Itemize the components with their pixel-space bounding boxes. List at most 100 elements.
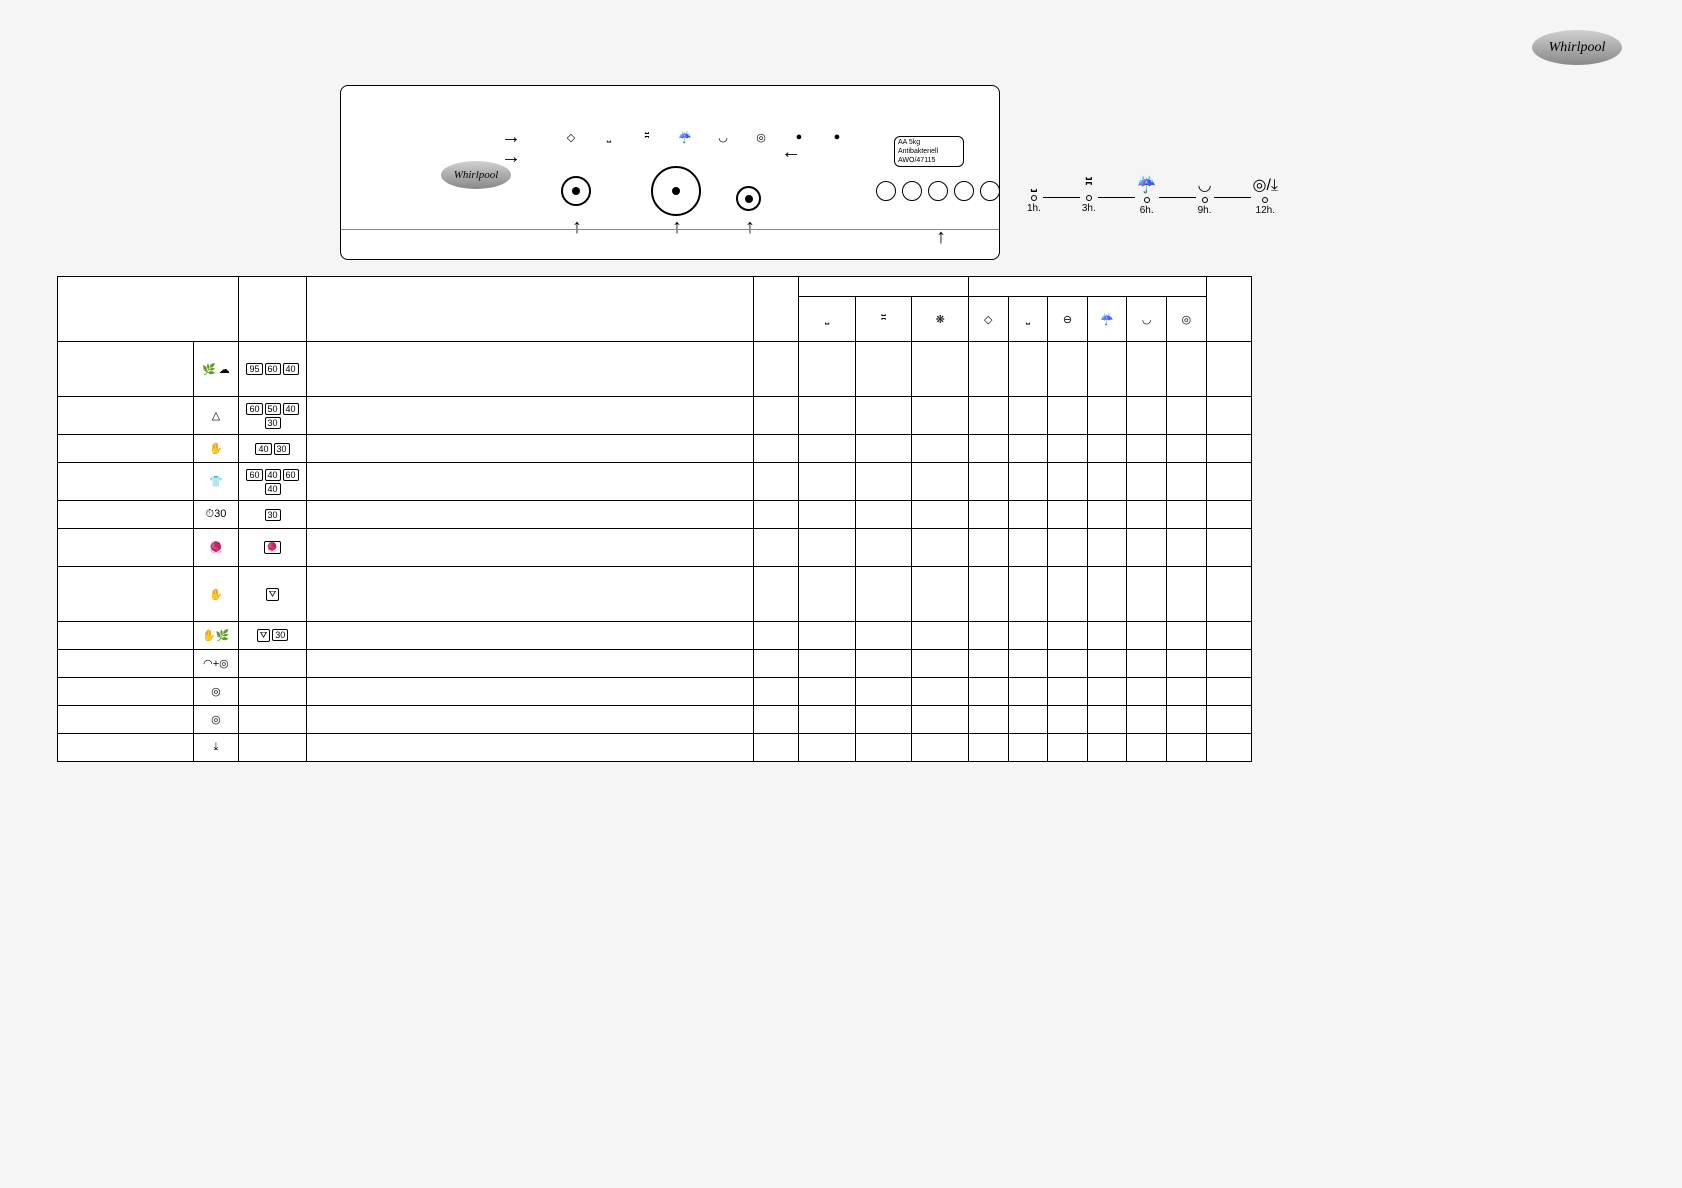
option-cell xyxy=(1048,342,1088,397)
table-row: ✋⛛ xyxy=(58,567,1252,622)
option-cell xyxy=(1167,678,1207,706)
header-options-group xyxy=(968,277,1206,297)
final-cell xyxy=(1206,529,1251,567)
program-name-cell xyxy=(58,435,194,463)
option-cell xyxy=(1087,650,1127,678)
final-cell xyxy=(1206,463,1251,501)
delay-symbol-icon: ◎/⤓ xyxy=(1253,175,1278,195)
load-cell xyxy=(753,622,798,650)
description-cell xyxy=(306,463,753,501)
option-cell xyxy=(1048,622,1088,650)
table-row: ◎ xyxy=(58,678,1252,706)
detergent-cell xyxy=(912,734,969,762)
option-cell xyxy=(1048,650,1088,678)
table-row: ✋4030 xyxy=(58,435,1252,463)
program-icon-cell: 🧶 xyxy=(193,529,238,567)
brand-logo-top: Whirlpool xyxy=(1532,30,1622,65)
option-cell xyxy=(1008,342,1048,397)
option-cell xyxy=(1008,501,1048,529)
delay-step: ☔6h. xyxy=(1135,175,1159,216)
option-cell xyxy=(1087,435,1127,463)
delay-symbol-icon: ☔ xyxy=(1137,175,1157,195)
table-row: ⏱3030 xyxy=(58,501,1252,529)
final-cell xyxy=(1206,501,1251,529)
option-cell xyxy=(968,650,1008,678)
header-description xyxy=(306,277,753,342)
option-cell xyxy=(1008,463,1048,501)
detergent-cell xyxy=(855,435,912,463)
program-name-cell xyxy=(58,463,194,501)
option-cell xyxy=(1167,397,1207,435)
option-cell xyxy=(968,567,1008,622)
option-cell xyxy=(1008,529,1048,567)
final-cell xyxy=(1206,650,1251,678)
option-cell xyxy=(1127,622,1167,650)
detergent-cell xyxy=(799,706,856,734)
option-cell xyxy=(1167,435,1207,463)
detergent-cell xyxy=(799,463,856,501)
option-cell xyxy=(1048,706,1088,734)
option-cell xyxy=(968,529,1008,567)
program-dial[interactable] xyxy=(651,166,701,216)
care-label-icon: ⛛ xyxy=(257,629,271,642)
delay-start-diagram: ⎵1h.⎶3h.☔6h.◡9h.◎/⤓12h. xyxy=(1025,175,1280,220)
description-cell xyxy=(306,678,753,706)
program-icon-cell: 🌿 ☁ xyxy=(193,342,238,397)
load-cell xyxy=(753,567,798,622)
table-row: ⤓ xyxy=(58,734,1252,762)
small-dial-left[interactable] xyxy=(561,176,591,206)
care-labels-cell: 60504030 xyxy=(239,397,307,435)
header-option-icon: ⊖ xyxy=(1048,297,1088,342)
option-cell xyxy=(1127,501,1167,529)
option-cell xyxy=(1127,435,1167,463)
program-icon-cell: ✋🌿 xyxy=(193,622,238,650)
program-icon-cell: ◎ xyxy=(193,706,238,734)
detergent-cell xyxy=(912,706,969,734)
program-name-cell xyxy=(58,529,194,567)
detergent-cell xyxy=(912,678,969,706)
option-cell xyxy=(1008,622,1048,650)
header-final xyxy=(1206,277,1251,342)
program-table: ⎵ ⎶ ❋ ◇ ⎵ ⊖ ☔ ◡ ◎ 🌿 ☁956040△60504030✋403… xyxy=(57,276,1252,762)
header-prewash-icon: ⎵ xyxy=(799,297,856,342)
detergent-cell xyxy=(799,529,856,567)
option-cell xyxy=(1127,734,1167,762)
option-button[interactable] xyxy=(876,181,896,201)
washing-machine-control-panel: Whirlpool ◇ ⎵ ⎶ ☔ ◡ ◎ ● ● → → ← ↑ ↑ ↑ ↑ … xyxy=(340,85,1000,260)
care-label-icon: 60 xyxy=(265,363,281,375)
panel-icon: ⎶ xyxy=(637,131,657,144)
care-labels-cell: 30 xyxy=(239,501,307,529)
detergent-cell xyxy=(799,734,856,762)
header-option-icon: ◎ xyxy=(1167,297,1207,342)
option-cell xyxy=(1048,463,1088,501)
option-cell xyxy=(968,463,1008,501)
header-mainwash-icon: ⎶ xyxy=(855,297,912,342)
program-icon-cell: △ xyxy=(193,397,238,435)
care-label-icon: 60 xyxy=(283,469,299,481)
table-row: ◠+◎ xyxy=(58,650,1252,678)
header-option-icon: ◇ xyxy=(968,297,1008,342)
final-cell xyxy=(1206,342,1251,397)
program-name-cell xyxy=(58,622,194,650)
option-cell xyxy=(1127,529,1167,567)
load-cell xyxy=(753,529,798,567)
detergent-cell xyxy=(855,501,912,529)
delay-step: ⎶3h. xyxy=(1080,175,1098,216)
option-cell xyxy=(1167,650,1207,678)
care-label-icon: 50 xyxy=(265,403,281,415)
detergent-cell xyxy=(799,678,856,706)
description-cell xyxy=(306,650,753,678)
small-dial-right[interactable] xyxy=(736,186,761,211)
detergent-cell xyxy=(855,622,912,650)
table-row: 🧶🧶 xyxy=(58,529,1252,567)
delay-dot xyxy=(1144,197,1150,203)
care-labels-cell: 60406040 xyxy=(239,463,307,501)
delay-dot xyxy=(1031,195,1037,201)
panel-base xyxy=(341,229,999,259)
option-button[interactable] xyxy=(980,181,1000,201)
option-cell xyxy=(1008,567,1048,622)
detergent-cell xyxy=(912,397,969,435)
header-care-labels xyxy=(239,277,307,342)
option-cell xyxy=(1127,463,1167,501)
detergent-cell xyxy=(855,678,912,706)
